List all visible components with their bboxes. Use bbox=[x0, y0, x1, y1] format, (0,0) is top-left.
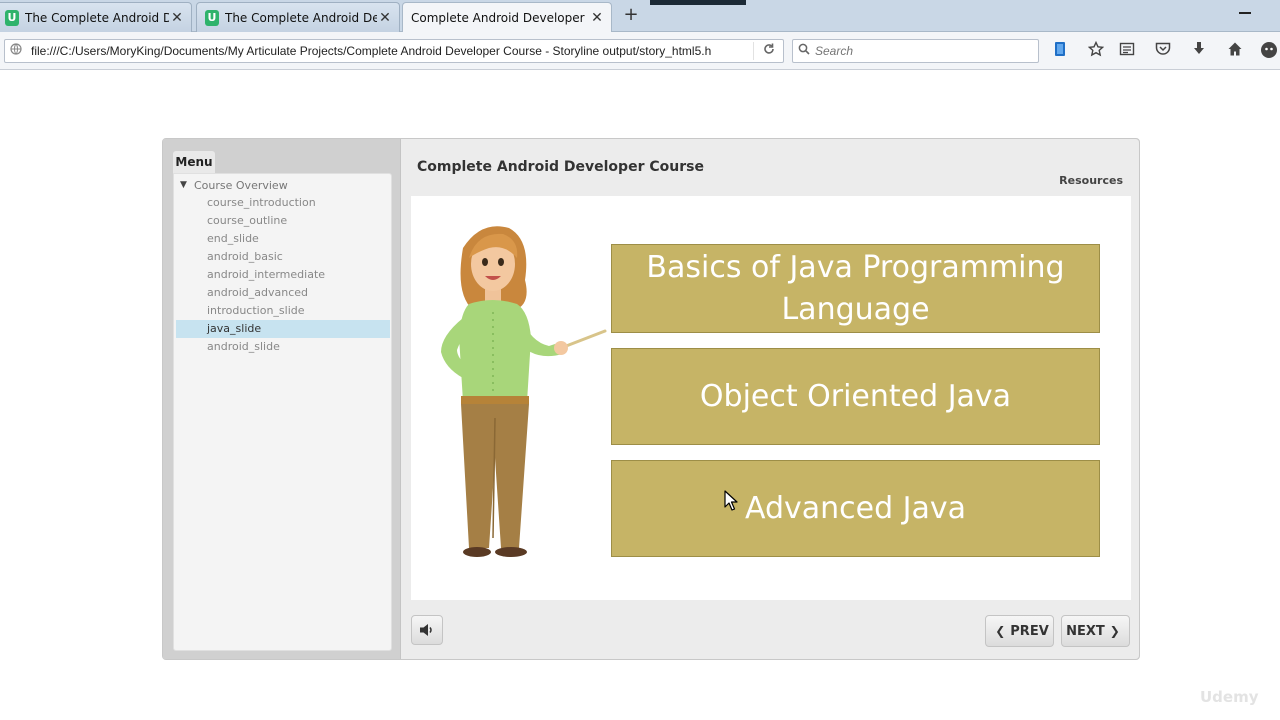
search-bar[interactable] bbox=[792, 39, 1039, 63]
browser-tab-3-active[interactable]: Complete Android Developer C... ✕ bbox=[402, 2, 612, 33]
menu-list: course_introduction course_outline end_s… bbox=[176, 194, 390, 356]
browser-navigation-bar: file:///C:/Users/MoryKing/Documents/My A… bbox=[0, 32, 1280, 70]
menu-panel: ▼ Course Overview course_introduction co… bbox=[173, 173, 392, 651]
close-tab-icon[interactable]: ✕ bbox=[589, 10, 605, 26]
url-text[interactable]: file:///C:/Users/MoryKing/Documents/My A… bbox=[27, 44, 753, 58]
slide-stage: Basics of Java Programming Language Obje… bbox=[411, 196, 1131, 600]
menu-item-android-advanced[interactable]: android_advanced bbox=[176, 284, 390, 302]
title-strip bbox=[650, 0, 746, 5]
new-tab-button[interactable]: + bbox=[622, 6, 640, 24]
menu-item-course-introduction[interactable]: course_introduction bbox=[176, 194, 390, 212]
next-label: NEXT bbox=[1066, 623, 1105, 639]
topic-box-oop-java[interactable]: Object Oriented Java bbox=[611, 348, 1100, 445]
speaker-icon bbox=[420, 624, 432, 636]
home-icon[interactable] bbox=[1224, 41, 1246, 61]
tab-title: Complete Android Developer C... bbox=[411, 11, 589, 25]
player-sidebar: Menu ▼ Course Overview course_introducti… bbox=[163, 139, 401, 659]
menu-item-android-intermediate[interactable]: android_intermediate bbox=[176, 266, 390, 284]
course-title: Complete Android Developer Course bbox=[417, 159, 704, 175]
reading-list-icon[interactable] bbox=[1116, 41, 1138, 61]
topic-label: Object Oriented Java bbox=[699, 378, 1012, 414]
browser-tab-1[interactable]: U The Complete Android De... ✕ bbox=[0, 2, 192, 32]
menu-item-course-outline[interactable]: course_outline bbox=[176, 212, 390, 230]
resources-link[interactable]: Resources bbox=[1059, 174, 1123, 187]
udemy-watermark: Udemy bbox=[1200, 688, 1259, 706]
menu-item-android-basic[interactable]: android_basic bbox=[176, 248, 390, 266]
course-player: Menu ▼ Course Overview course_introducti… bbox=[162, 138, 1140, 660]
pocket-icon[interactable] bbox=[1152, 41, 1174, 61]
menu-item-java-slide[interactable]: java_slide bbox=[176, 320, 390, 338]
prev-label: PREV bbox=[1010, 623, 1049, 639]
account-icon[interactable] bbox=[1258, 41, 1280, 61]
menu-root-label: Course Overview bbox=[194, 178, 288, 192]
volume-button[interactable] bbox=[411, 615, 443, 645]
bookmark-star-icon[interactable] bbox=[1085, 40, 1107, 61]
topic-label: Advanced Java bbox=[744, 490, 967, 526]
chevron-right-icon: ❯ bbox=[1109, 624, 1120, 638]
tab-title: The Complete Android De... bbox=[25, 10, 169, 25]
menu-item-end-slide[interactable]: end_slide bbox=[176, 230, 390, 248]
chevron-left-icon: ❮ bbox=[995, 624, 1006, 638]
reload-icon[interactable] bbox=[753, 42, 783, 60]
menu-root-item[interactable]: ▼ Course Overview bbox=[180, 176, 288, 194]
player-content: Complete Android Developer Course Resour… bbox=[401, 139, 1139, 659]
tab-title: The Complete Android De... bbox=[225, 10, 377, 25]
close-tab-icon[interactable]: ✕ bbox=[169, 10, 185, 26]
topic-box-advanced-java[interactable]: Advanced Java bbox=[611, 460, 1100, 557]
udemy-favicon-icon: U bbox=[5, 9, 19, 26]
sync-icon[interactable] bbox=[1049, 41, 1071, 61]
player-controls: ❮ PREV NEXT ❯ bbox=[401, 607, 1139, 657]
download-icon[interactable] bbox=[1188, 41, 1210, 61]
topic-label: Basics of Java Programming Language bbox=[646, 250, 1065, 327]
window-controls[interactable] bbox=[1258, 4, 1280, 18]
search-input[interactable] bbox=[815, 44, 1025, 58]
close-tab-icon[interactable]: ✕ bbox=[377, 10, 393, 26]
topic-box-java-basics[interactable]: Basics of Java Programming Language bbox=[611, 244, 1100, 333]
menu-item-introduction-slide[interactable]: introduction_slide bbox=[176, 302, 390, 320]
menu-tab[interactable]: Menu bbox=[173, 151, 215, 173]
udemy-favicon-icon: U bbox=[205, 9, 219, 26]
presenter-illustration bbox=[441, 226, 607, 557]
prev-button[interactable]: ❮ PREV bbox=[985, 615, 1054, 647]
caret-down-icon[interactable]: ▼ bbox=[180, 180, 194, 190]
mouse-cursor-icon bbox=[724, 490, 738, 511]
browser-tab-2[interactable]: U The Complete Android De... ✕ bbox=[196, 2, 400, 32]
browser-tab-bar: U The Complete Android De... ✕ U The Com… bbox=[0, 0, 1280, 33]
menu-item-android-slide[interactable]: android_slide bbox=[176, 338, 390, 356]
search-icon bbox=[793, 43, 815, 59]
globe-icon bbox=[5, 43, 27, 59]
minimize-window-button[interactable] bbox=[1236, 4, 1254, 16]
next-button[interactable]: NEXT ❯ bbox=[1061, 615, 1130, 647]
address-bar[interactable]: file:///C:/Users/MoryKing/Documents/My A… bbox=[4, 39, 784, 63]
